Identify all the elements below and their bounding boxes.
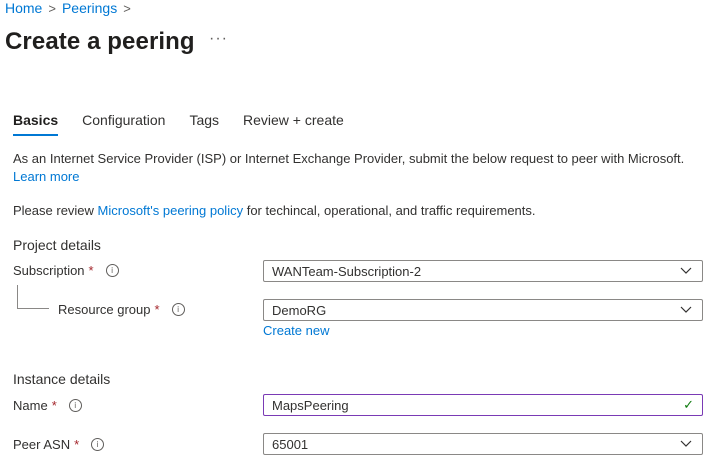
name-label: Name * i	[13, 398, 82, 413]
info-icon[interactable]: i	[91, 438, 105, 451]
tab-bar: Basics Configuration Tags Review + creat…	[13, 112, 368, 136]
required-marker: *	[74, 437, 80, 452]
resource-group-label: Resource group * i	[58, 302, 185, 317]
tab-tags[interactable]: Tags	[189, 112, 219, 134]
peering-policy-link[interactable]: Microsoft's peering policy	[98, 203, 244, 218]
checkmark-icon: ✓	[683, 397, 694, 412]
resource-group-value: DemoRG	[272, 302, 327, 318]
required-marker: *	[51, 398, 57, 413]
tab-basics[interactable]: Basics	[13, 112, 59, 136]
breadcrumb: Home > Peerings >	[5, 0, 131, 16]
subscription-label: Subscription * i	[13, 263, 119, 278]
breadcrumb-separator: >	[123, 0, 131, 16]
required-marker: *	[88, 263, 94, 278]
learn-more-link[interactable]: Learn more	[13, 169, 79, 184]
breadcrumb-separator: >	[48, 0, 56, 16]
chevron-down-icon	[680, 267, 692, 274]
subscription-select[interactable]: WANTeam-Subscription-2	[263, 260, 703, 282]
tab-review-create[interactable]: Review + create	[243, 112, 344, 134]
tab-configuration[interactable]: Configuration	[82, 112, 165, 134]
breadcrumb-home-link[interactable]: Home	[5, 0, 42, 16]
more-options-icon[interactable]: ···	[209, 30, 228, 48]
info-icon[interactable]: i	[105, 264, 119, 277]
peer-asn-label-text: Peer ASN	[13, 437, 71, 452]
peer-asn-value: 65001	[272, 436, 309, 452]
breadcrumb-peerings-link[interactable]: Peerings	[62, 0, 117, 16]
policy-prefix: Please review	[13, 203, 98, 218]
subscription-value: WANTeam-Subscription-2	[272, 263, 422, 279]
policy-suffix: for techincal, operational, and traffic …	[243, 203, 536, 218]
name-label-text: Name	[13, 398, 48, 413]
tree-connector	[17, 285, 18, 309]
resource-group-label-text: Resource group	[58, 302, 151, 317]
info-icon[interactable]: i	[68, 399, 82, 412]
peer-asn-select[interactable]: 65001	[263, 433, 703, 455]
tree-connector	[17, 308, 49, 309]
chevron-down-icon	[680, 440, 692, 447]
intro-text: As an Internet Service Provider (ISP) or…	[13, 150, 703, 186]
intro-description: As an Internet Service Provider (ISP) or…	[13, 151, 685, 166]
chevron-down-icon	[680, 306, 692, 313]
info-icon[interactable]: i	[171, 303, 185, 316]
create-new-link[interactable]: Create new	[263, 323, 329, 338]
subscription-label-text: Subscription	[13, 263, 85, 278]
project-details-heading: Project details	[13, 237, 101, 253]
required-marker: *	[154, 302, 160, 317]
peer-asn-label: Peer ASN * i	[13, 437, 105, 452]
resource-group-select[interactable]: DemoRG	[263, 299, 703, 321]
name-input[interactable]: MapsPeering ✓	[263, 394, 703, 416]
name-value: MapsPeering	[272, 397, 349, 413]
page-title: Create a peering	[5, 28, 195, 55]
policy-text: Please review Microsoft's peering policy…	[13, 202, 536, 220]
instance-details-heading: Instance details	[13, 371, 111, 387]
